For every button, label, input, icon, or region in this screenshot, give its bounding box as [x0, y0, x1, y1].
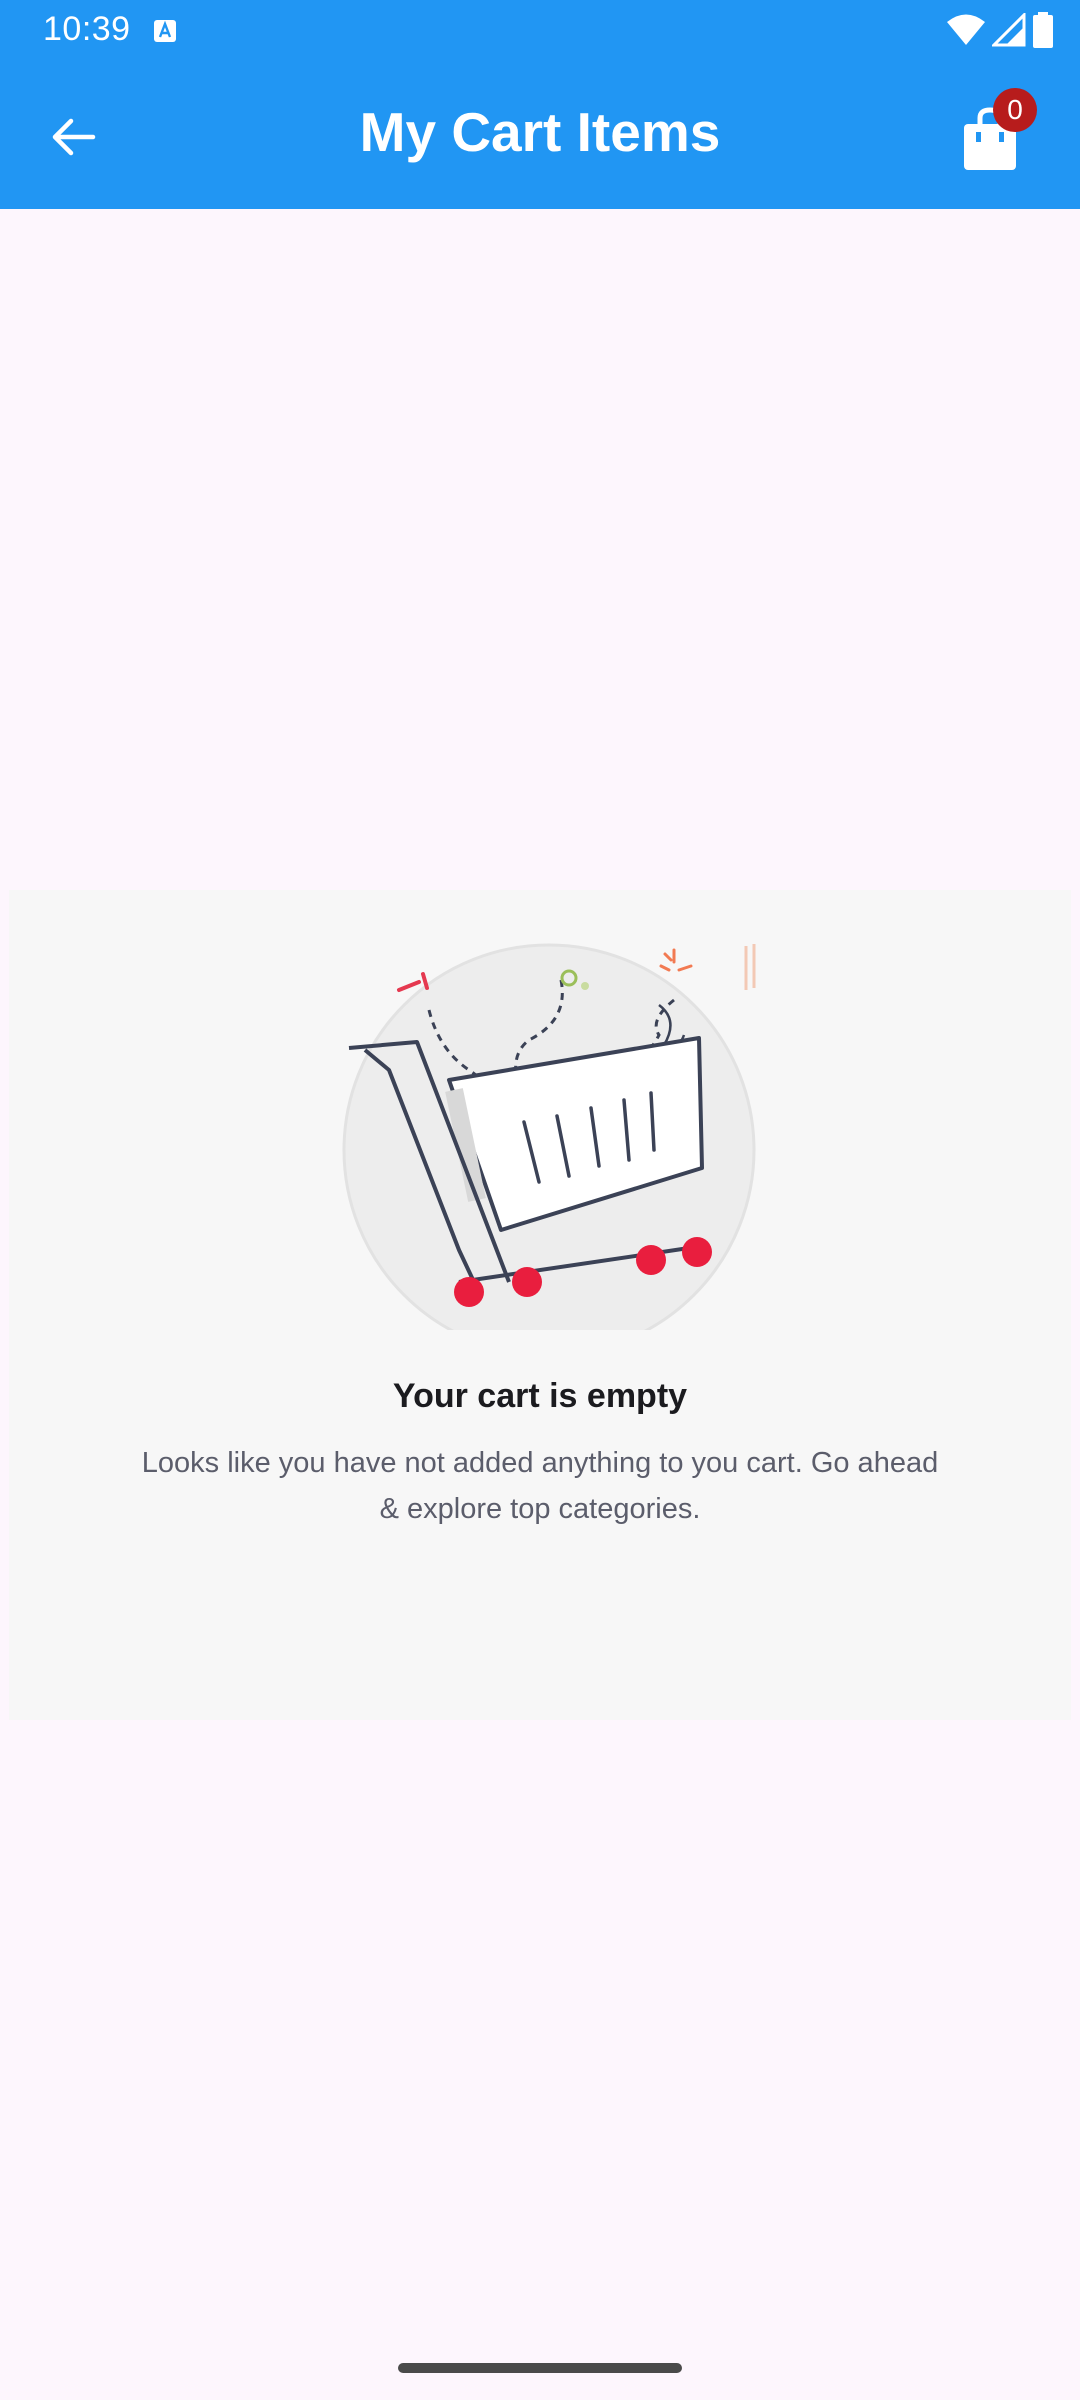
- page-title: My Cart Items: [359, 101, 721, 163]
- status-bar: 10:39: [0, 0, 1080, 62]
- wifi-icon: [947, 14, 985, 45]
- accessibility-a-icon: [154, 20, 176, 42]
- cart-count-badge: 0: [993, 88, 1037, 132]
- toolbar: My Cart Items: [0, 62, 1080, 209]
- empty-cart-panel: Your cart is empty Looks like you have n…: [9, 890, 1071, 1720]
- status-icons: [946, 12, 1054, 48]
- battery-icon: [1033, 12, 1053, 48]
- home-indicator[interactable]: [398, 2363, 682, 2373]
- app-bar: 10:39 My Cart Items 0: [0, 0, 1080, 209]
- empty-cart-title: Your cart is empty: [392, 1377, 688, 1415]
- status-time: 10:39: [43, 10, 131, 48]
- empty-shopping-cart-illustration: [342, 943, 756, 1330]
- empty-cart-message: Looks like you have not added anything t…: [141, 1447, 939, 1525]
- signal-icon: [992, 13, 1026, 47]
